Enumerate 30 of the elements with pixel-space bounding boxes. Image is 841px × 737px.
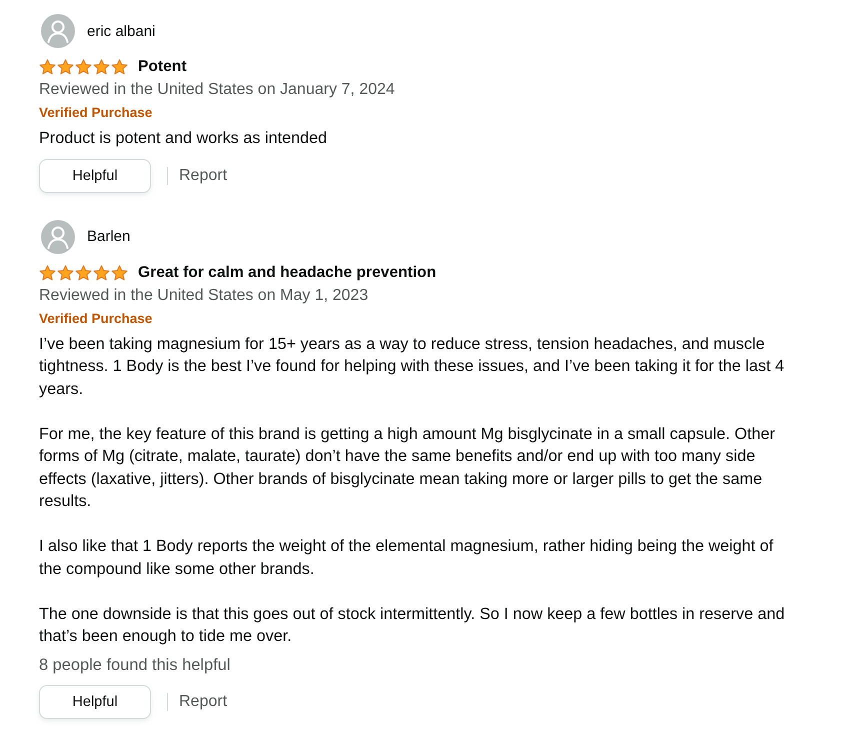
star-icon xyxy=(39,59,56,75)
star-icon xyxy=(93,264,110,280)
report-link[interactable]: Report xyxy=(179,166,228,184)
reviewer-name: Barlen xyxy=(87,228,130,245)
review-text: I also like that 1 Body reports the weight of the elemental magnesium, rather hiding being the weight of the compound like some other brands. xyxy=(39,536,774,580)
review-text: The one downside is that this goes out of stock intermittently. So I now keep a few bottles in reserve and that’s been enough to tide me over. xyxy=(39,604,786,647)
helpful-count: 8 people found this helpful xyxy=(39,654,232,676)
verified-purchase-label: Verified Purchase xyxy=(39,104,154,122)
review-title: Potent xyxy=(138,58,187,76)
review-text: I’ve been taking magnesium for 15+ years as a way to reduce stress, tension headaches, and muscle tightness. 1 Body is the best I’ve found for helping with these issues, and I’ve been taking it for the last 4 years. xyxy=(39,334,786,400)
review-text: For me, the key feature of this brand is getting a high amount Mg bisglycinate in a small capsule. Other forms of Mg (citrate, malate, taurate) don’t have the same benefits and/or end up with too many side effects (laxative, jitters). Other brands of bisglycinate mean taking more or larger pills to get the same results. xyxy=(39,424,776,512)
verified-purchase-label: Verified Purchase xyxy=(39,310,154,328)
avatar-icon xyxy=(41,220,75,254)
star-icon xyxy=(111,264,128,280)
review-date: Reviewed in the United States on January 7, 2024 xyxy=(39,80,396,100)
helpful-button[interactable]: Helpful xyxy=(39,684,151,718)
star-icon xyxy=(111,59,128,75)
helpful-button[interactable]: Helpful xyxy=(39,158,151,192)
review-date: Reviewed in the United States on May 1, 2023 xyxy=(39,286,370,306)
star-icon xyxy=(93,59,110,75)
star-icon xyxy=(75,59,92,75)
star-icon xyxy=(57,59,74,75)
star-icon xyxy=(57,264,74,280)
report-link[interactable]: Report xyxy=(179,692,228,710)
review-title: Great for calm and headache prevention xyxy=(138,264,436,282)
avatar-icon xyxy=(41,14,75,48)
review-text: Product is potent and works as intended xyxy=(39,128,328,149)
reviewer-name: eric albani xyxy=(87,22,156,40)
star-icon xyxy=(39,264,56,280)
star-icon xyxy=(75,264,92,280)
